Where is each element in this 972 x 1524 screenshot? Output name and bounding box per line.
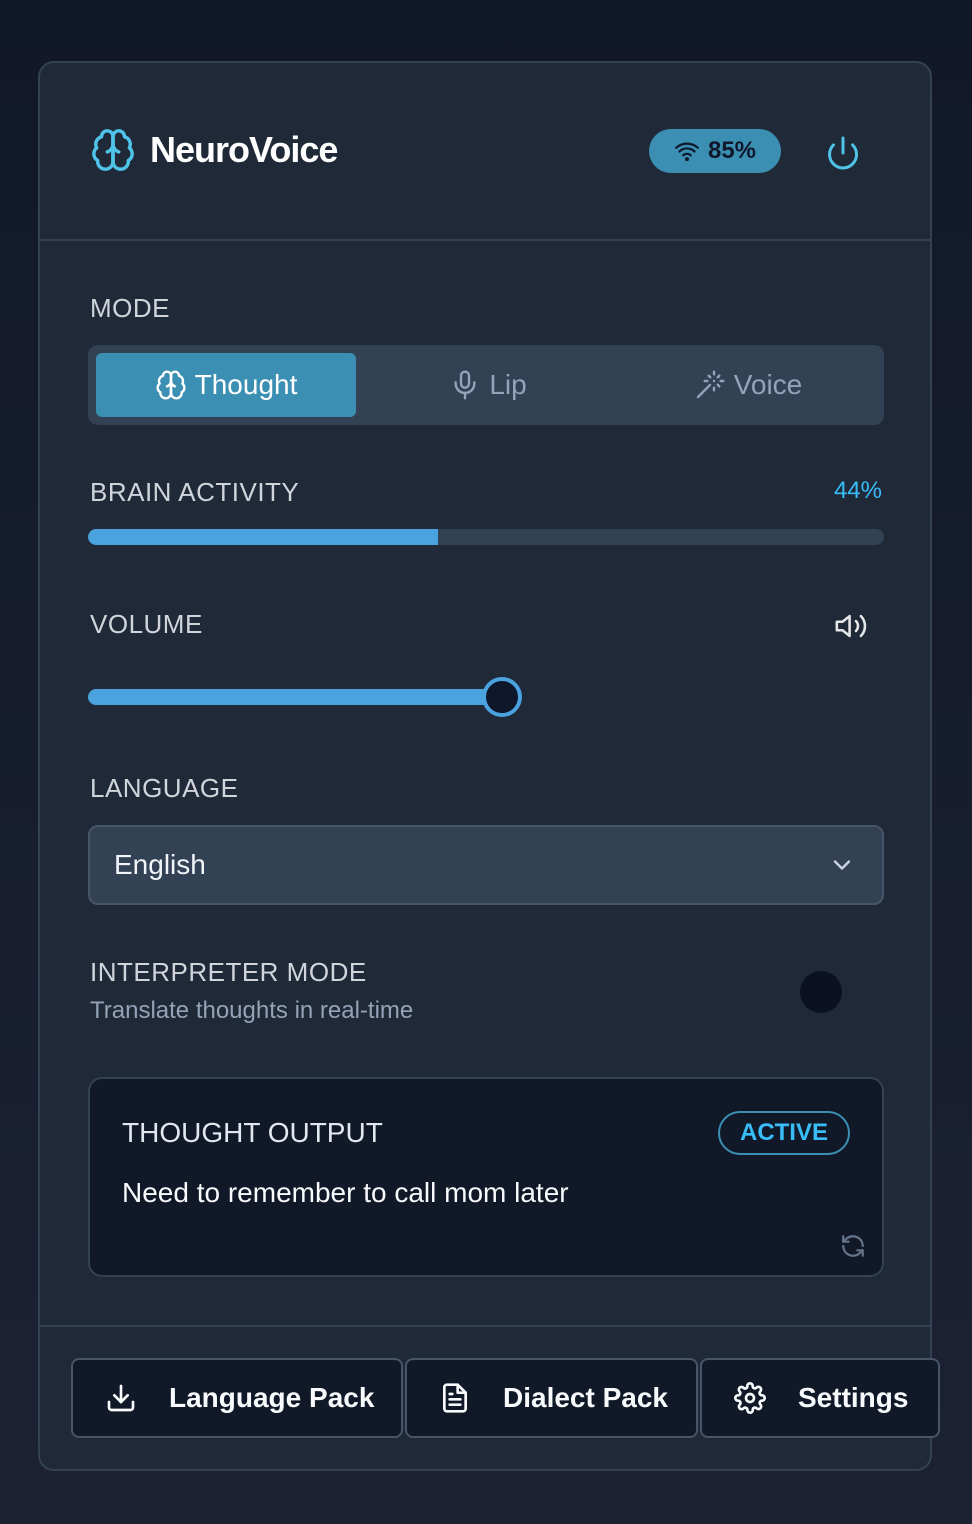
mode-selector: Thought Lip Voice [88,345,884,425]
status-badge: ACTIVE [717,1111,850,1155]
mode-voice-button[interactable]: Voice [620,353,876,417]
refresh-icon[interactable] [840,1233,866,1259]
mode-voice-label: Voice [733,369,803,400]
language-label: LANGUAGE [90,773,239,803]
brain-activity-bar [88,529,884,545]
thought-output-text: Need to remember to call mom later [122,1177,569,1208]
language-selected-value: English [114,849,206,880]
settings-button[interactable]: Settings [700,1358,940,1438]
volume-label: VOLUME [90,609,203,639]
header: NeuroVoice 85% [40,63,930,241]
brain-activity-label: BRAIN ACTIVITY [90,477,300,507]
volume-slider-thumb[interactable] [481,677,522,717]
thought-output-title: THOUGHT OUTPUT [122,1117,383,1148]
language-select[interactable]: English [88,825,884,905]
footer-divider [40,1325,930,1327]
app-panel: NeuroVoice 85% MODE Thought Lip Voice BR… [38,61,932,1471]
brain-icon [92,129,134,171]
volume-slider-track[interactable] [88,689,502,705]
power-icon[interactable] [825,135,861,171]
brain-activity-value: 44% [833,477,882,504]
mode-thought-label: Thought [194,369,298,400]
gear-icon [734,1382,766,1414]
mic-icon [454,370,476,400]
dialect-pack-label: Dialect Pack [503,1382,668,1413]
dialect-pack-button[interactable]: Dialect Pack [405,1358,698,1438]
mode-thought-button[interactable]: Thought [96,353,356,417]
interpreter-toggle[interactable] [800,971,842,1013]
signal-badge: 85% [649,129,781,173]
language-pack-label: Language Pack [169,1382,375,1413]
language-pack-button[interactable]: Language Pack [71,1358,403,1438]
app-title: NeuroVoice [150,129,338,170]
download-icon [107,1384,135,1412]
wifi-icon [675,142,699,162]
settings-label: Settings [798,1382,909,1413]
speaker-icon[interactable] [834,609,868,643]
brain-icon [156,370,186,400]
thought-output-panel: THOUGHT OUTPUT ACTIVE Need to remember t… [88,1077,884,1277]
mode-lip-label: Lip [489,369,527,400]
logo: NeuroVoice [90,127,338,173]
signal-value: 85% [707,137,757,164]
brain-activity-fill [88,529,439,545]
interpreter-mode-description: Translate thoughts in real-time [90,997,414,1024]
mode-label: MODE [90,293,170,323]
magic-wand-icon [696,370,725,399]
interpreter-mode-label: INTERPRETER MODE [90,957,367,987]
chevron-down-icon [833,860,851,870]
mode-lip-button[interactable]: Lip [356,353,620,417]
document-icon [443,1383,467,1413]
